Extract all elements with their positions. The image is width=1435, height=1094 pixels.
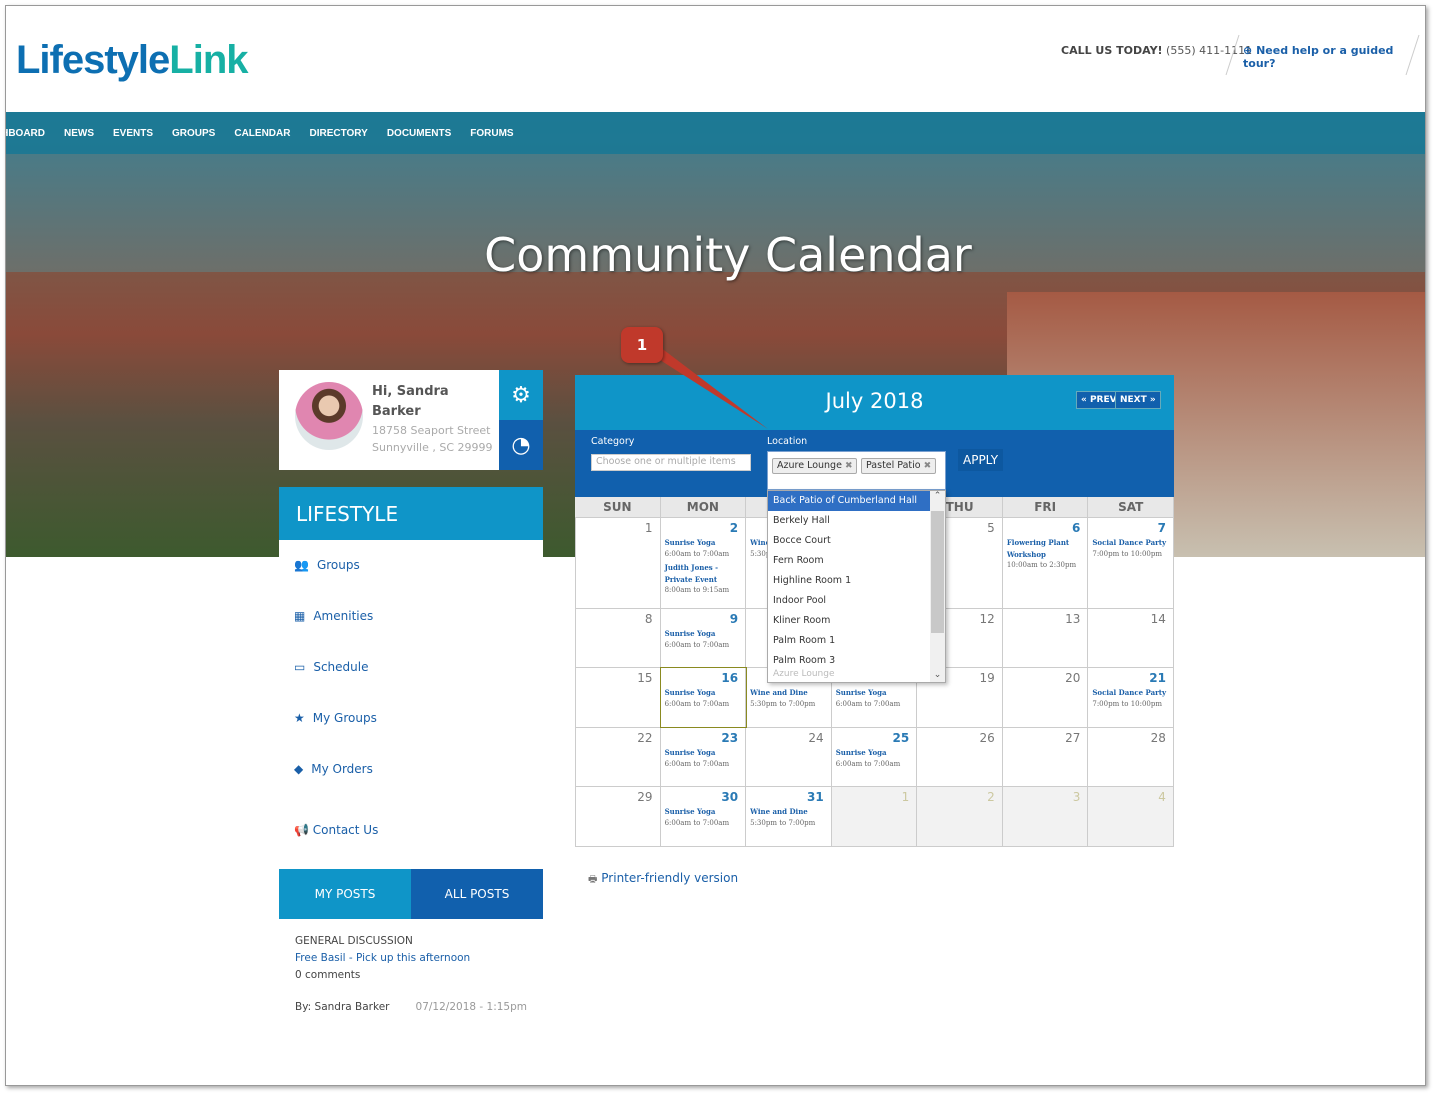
- page: LifestyleLink CALL US TODAY! (555) 411-1…: [5, 5, 1426, 1086]
- callout-arrow: [646, 344, 768, 429]
- callout-badge: 1: [621, 327, 663, 363]
